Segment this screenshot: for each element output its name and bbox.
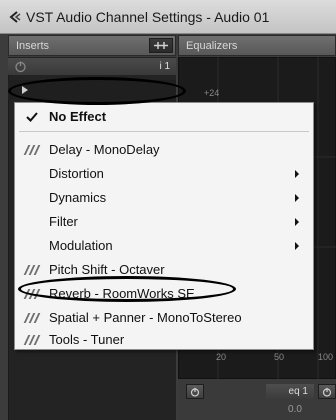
power-icon: [190, 387, 200, 397]
inserts-routing-button[interactable]: [149, 38, 173, 53]
menu-item-dynamics[interactable]: Dynamics: [15, 186, 313, 209]
inserts-panel-header: Inserts: [8, 35, 176, 56]
eq-db-label: +24: [204, 88, 220, 98]
menu-item-pitch-shift[interactable]: Pitch Shift - Octaver: [15, 258, 313, 281]
eq-freq-label: 50: [274, 352, 285, 362]
menu-item-label: Spatial + Panner - MonoToStereo: [49, 310, 242, 325]
menu-item-spatial-panner[interactable]: Spatial + Panner - MonoToStereo: [15, 306, 313, 329]
menu-item-label: Modulation: [49, 238, 113, 253]
eq-freq-label: 100: [318, 352, 334, 362]
menu-item-label: Pitch Shift - Octaver: [49, 262, 165, 277]
menu-item-no-effect[interactable]: No Effect: [15, 105, 313, 128]
menu-item-label: Distortion: [49, 166, 104, 181]
back-arrow-icon: [8, 10, 22, 24]
eq-band-2-power-button[interactable]: [318, 384, 336, 399]
eq-freq-label: 20: [216, 352, 227, 362]
submenu-arrow-icon: [295, 218, 299, 226]
menu-item-modulation[interactable]: Modulation: [15, 234, 313, 257]
eq-power-button[interactable]: [186, 384, 204, 399]
menu-item-delay[interactable]: Delay - MonoDelay: [15, 138, 313, 161]
menu-item-filter[interactable]: Filter: [15, 210, 313, 233]
plugin-icon: [23, 288, 41, 299]
insert-slot-number: i 1: [159, 61, 170, 72]
submenu-arrow-icon: [295, 194, 299, 202]
eq-band-label: eq 1: [266, 384, 314, 399]
inserts-header-label: Inserts: [16, 39, 50, 52]
equalizers-panel-header: Equalizers: [178, 35, 336, 56]
menu-item-tools-tuner[interactable]: Tools - Tuner: [15, 328, 313, 351]
menu-item-label: Tools - Tuner: [49, 332, 125, 347]
equalizers-header-label: Equalizers: [186, 39, 238, 52]
plugin-icon: [23, 264, 41, 275]
routing-icon: [154, 42, 168, 49]
insert-power-icon[interactable]: [14, 60, 27, 73]
menu-item-reverb[interactable]: Reverb - RoomWorks SE: [15, 282, 313, 305]
expand-arrow-icon: [22, 86, 28, 94]
insert-slot-header: i 1: [8, 58, 176, 75]
submenu-arrow-icon: [295, 242, 299, 250]
eq-band-value: 0.0: [288, 404, 302, 415]
menu-item-label: Reverb - RoomWorks SE: [49, 286, 195, 301]
submenu-arrow-icon: [295, 170, 299, 178]
effect-selector-menu: No Effect Delay - MonoDelay Distortion D…: [14, 102, 314, 350]
checkmark-icon: [26, 111, 38, 122]
window-titlebar: VST Audio Channel Settings - Audio 01: [0, 0, 336, 34]
window-title: VST Audio Channel Settings - Audio 01: [26, 8, 270, 25]
menu-item-label: Dynamics: [49, 190, 107, 205]
menu-item-label: No Effect: [49, 109, 107, 124]
insert-slot-1[interactable]: [8, 80, 176, 100]
menu-item-distortion[interactable]: Distortion: [15, 162, 313, 185]
plugin-icon: [23, 144, 41, 155]
plugin-icon: [23, 334, 41, 345]
menu-item-label: Filter: [49, 214, 78, 229]
menu-separator: [19, 131, 309, 132]
plugin-icon: [23, 312, 41, 323]
menu-item-label: Delay - MonoDelay: [49, 142, 160, 157]
power-icon: [322, 387, 332, 397]
